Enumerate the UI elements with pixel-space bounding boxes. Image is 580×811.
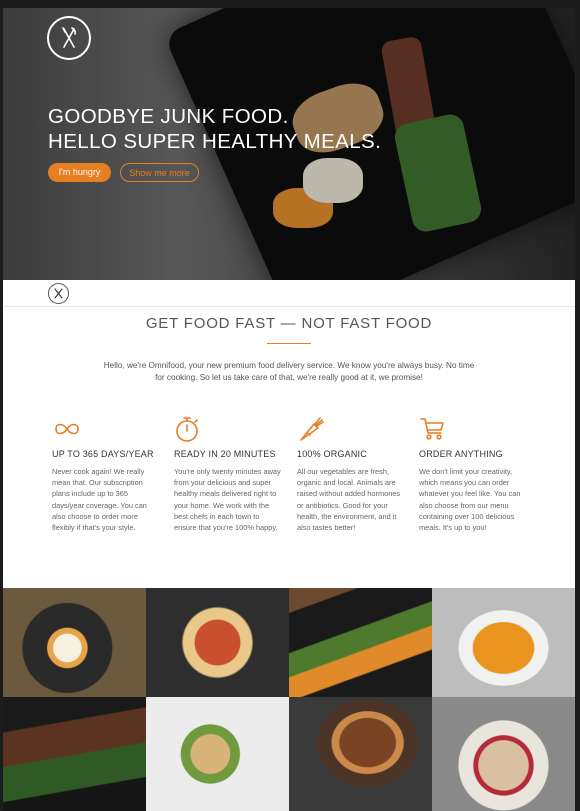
nav-logo[interactable] bbox=[48, 283, 69, 304]
fork-knife-icon bbox=[62, 27, 76, 48]
stopwatch-icon bbox=[176, 417, 198, 442]
pumpkin-soup-photo[interactable] bbox=[432, 588, 575, 697]
meals-gallery bbox=[3, 588, 575, 811]
feature-text: We don't limit your creativity, which me… bbox=[419, 467, 521, 533]
steak-photo[interactable] bbox=[3, 697, 146, 811]
feature-title: 100% ORGANIC bbox=[297, 449, 367, 459]
hero-headline-line1: GOODBYE JUNK FOOD. bbox=[48, 105, 289, 128]
intro-text: Hello, we're Omnifood, your new premium … bbox=[103, 361, 475, 382]
cart-icon bbox=[420, 418, 444, 440]
feature-item: UP TO 365 DAYS/YEAR Never cook again! We… bbox=[52, 415, 160, 533]
hero-section: GOODBYE JUNK FOOD. HELLO SUPER HEALTHY M… bbox=[3, 8, 575, 280]
omnifood-logo[interactable] bbox=[47, 16, 91, 60]
section-title: GET FOOD FAST — NOT FAST FOOD bbox=[145, 315, 433, 332]
hero-headline-line2: HELLO SUPER HEALTHY MEALS. bbox=[48, 130, 382, 153]
feature-item: READY IN 20 MINUTES You're only twenty m… bbox=[174, 415, 282, 533]
im-hungry-button[interactable]: I'm hungry bbox=[48, 163, 111, 182]
feature-item: 100% ORGANIC All our vegetables are fres… bbox=[297, 415, 405, 533]
feature-text: All our vegetables are fresh, organic an… bbox=[297, 467, 401, 533]
feature-text: You're only twenty minutes away from you… bbox=[174, 467, 281, 533]
show-me-more-button[interactable]: Show me more bbox=[120, 163, 199, 182]
hero-headline: GOODBYE JUNK FOOD. HELLO SUPER HEALTHY M… bbox=[48, 104, 381, 154]
burger-photo[interactable] bbox=[289, 697, 432, 811]
feature-item: ORDER ANYTHING We don't limit your creat… bbox=[419, 415, 527, 533]
feature-title: ORDER ANYTHING bbox=[419, 449, 503, 459]
bibimbap-photo[interactable] bbox=[3, 588, 146, 697]
page: GOODBYE JUNK FOOD. HELLO SUPER HEALTHY M… bbox=[3, 8, 575, 811]
feature-text: Never cook again! We really mean that. O… bbox=[52, 467, 147, 533]
feature-title: READY IN 20 MINUTES bbox=[174, 449, 276, 459]
sandwich-photo[interactable] bbox=[146, 697, 289, 811]
sticky-nav bbox=[3, 280, 575, 307]
asparagus-plate-photo[interactable] bbox=[289, 588, 432, 697]
pizza-photo[interactable] bbox=[146, 588, 289, 697]
granola-bowl-photo[interactable] bbox=[432, 697, 575, 811]
title-underline bbox=[267, 343, 311, 344]
feature-title: UP TO 365 DAYS/YEAR bbox=[52, 449, 154, 459]
fork-knife-icon bbox=[54, 288, 63, 299]
carrot-icon bbox=[300, 417, 324, 441]
infinity-icon bbox=[55, 423, 79, 435]
